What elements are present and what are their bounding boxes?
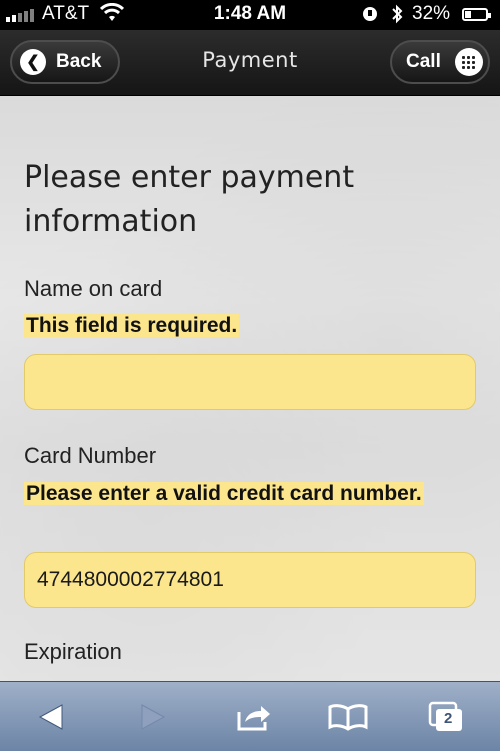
share-icon[interactable] <box>234 700 274 734</box>
back-arrow-icon[interactable] <box>34 700 68 734</box>
tabs-icon[interactable]: 2 <box>426 700 466 734</box>
name-error-message: This field is required. <box>24 314 240 337</box>
keypad-icon <box>454 48 483 76</box>
battery-percent: 32% <box>412 3 451 24</box>
expiration-label: Expiration <box>24 639 122 664</box>
tabs-count: 2 <box>444 710 453 727</box>
nav-bar: ❮ Back Payment Call <box>0 30 500 96</box>
payment-form: Please enter payment information Name on… <box>0 96 500 681</box>
rotation-lock-icon <box>362 6 378 28</box>
call-button-label: Call <box>406 51 441 72</box>
form-heading: Please enter payment information <box>24 160 355 239</box>
browser-toolbar: 2 <box>0 681 500 751</box>
name-on-card-label: Name on card <box>24 276 163 301</box>
card-number-error-message: Please enter a valid credit card number. <box>24 482 424 505</box>
card-number-input[interactable] <box>24 552 476 608</box>
forward-arrow-icon[interactable] <box>136 700 170 734</box>
card-number-label: Card Number <box>24 443 157 468</box>
name-on-card-input[interactable] <box>24 354 476 410</box>
status-bar: AT&T 1:48 AM 32% <box>0 0 500 30</box>
battery-icon <box>462 8 491 21</box>
bluetooth-icon <box>390 3 404 31</box>
bookmarks-icon[interactable] <box>326 700 370 734</box>
call-button[interactable]: Call <box>390 40 490 84</box>
